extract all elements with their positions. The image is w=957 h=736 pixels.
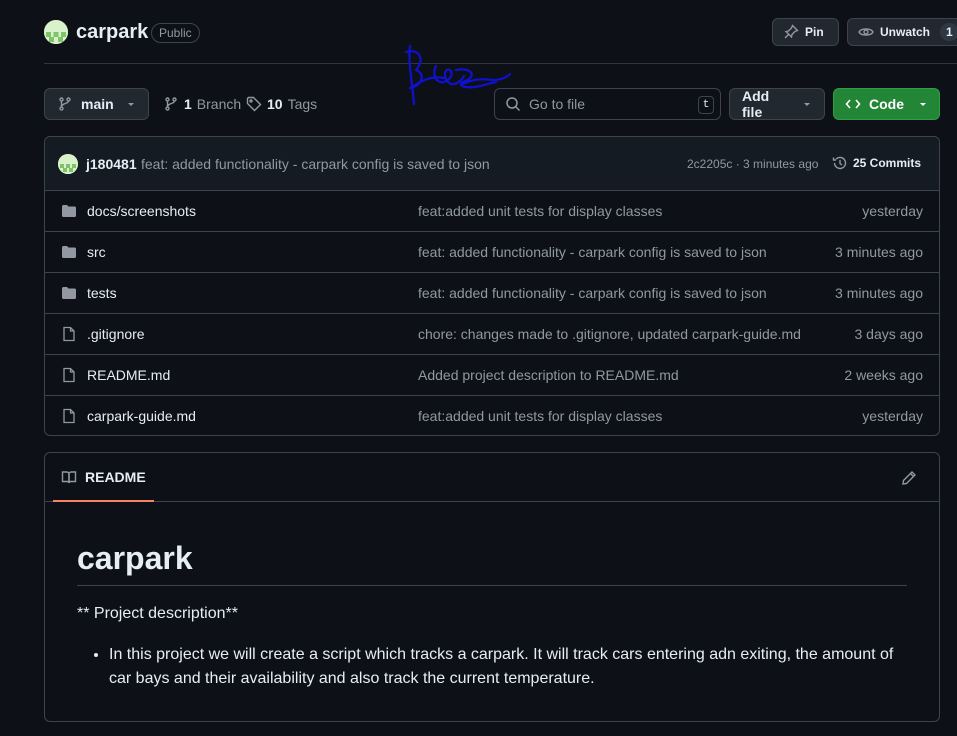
table-row[interactable]: README.md Added project description to RE… [45, 355, 939, 396]
readme-tab-label: README [85, 468, 146, 485]
repo-header: carpark Public Pin Unwatch 1 [44, 18, 957, 106]
file-table: j180481 feat: added functionality - carp… [44, 136, 940, 436]
visibility-badge: Public [151, 23, 200, 43]
folder-icon [61, 285, 77, 301]
commits-count-label: 25 Commits [853, 156, 922, 170]
unwatch-label: Unwatch [880, 25, 931, 39]
branch-name: main [81, 96, 114, 112]
search-input[interactable] [529, 96, 679, 112]
file-icon [61, 326, 77, 342]
readme-tabbar: README [45, 453, 939, 502]
commit-author-link[interactable]: j180481 [86, 156, 137, 172]
commit-message-link[interactable]: feat: added functionality - carpark conf… [141, 156, 490, 172]
readme-description: ** Project description** [77, 605, 238, 622]
file-name-link[interactable]: src [87, 244, 106, 260]
code-icon [845, 96, 861, 112]
file-date: 2 weeks ago [844, 367, 923, 383]
branches-link[interactable]: 1 Branch [163, 96, 241, 112]
add-file-button[interactable]: Add file [729, 88, 825, 120]
tag-word: Tags [287, 96, 318, 112]
code-label: Code [869, 96, 904, 112]
readme-bullet-list: In this project we will create a script … [109, 643, 899, 691]
pencil-icon[interactable] [901, 470, 917, 486]
file-date: yesterday [862, 408, 923, 424]
table-row[interactable]: tests feat: added functionality - carpark… [45, 273, 939, 314]
file-date: 3 days ago [854, 326, 924, 342]
file-name-link[interactable]: tests [87, 285, 117, 301]
pin-label: Pin [805, 25, 824, 39]
branch-selector[interactable]: main [44, 88, 149, 120]
file-name-link[interactable]: carpark-guide.md [87, 408, 196, 424]
readme-title: carpark [77, 539, 907, 586]
file-name-link[interactable]: .gitignore [87, 326, 145, 342]
file-date: 3 minutes ago [835, 285, 923, 301]
code-button[interactable]: Code [833, 88, 940, 120]
tags-link[interactable]: 10 Tags [246, 96, 317, 112]
file-rows: docs/screenshots feat:added unit tests fo… [45, 191, 939, 435]
table-row[interactable]: .gitignore chore: changes made to .gitign… [45, 314, 939, 355]
pin-icon [783, 24, 799, 40]
search-shortcut-key: t [698, 96, 714, 114]
file-commit-link[interactable]: chore: changes made to .gitignore, updat… [418, 326, 801, 342]
tag-count: 10 [267, 96, 283, 112]
readme-panel: README carpark ** Project description** … [44, 452, 940, 722]
file-name-link[interactable]: docs/screenshots [87, 203, 196, 219]
branch-count: 1 [184, 96, 192, 112]
go-to-file-search[interactable]: t [494, 88, 721, 120]
pin-button[interactable]: Pin [772, 18, 839, 46]
branch-icon [163, 96, 179, 112]
commit-sha-time[interactable]: 2c2205c · 3 minutes ago [687, 157, 818, 171]
file-commit-link[interactable]: Added project description to README.md [418, 367, 679, 383]
watch-count: 1 [940, 23, 957, 41]
tab-readme[interactable]: README [53, 453, 154, 502]
unwatch-button[interactable]: Unwatch 1 [847, 18, 957, 46]
add-file-label: Add file [742, 88, 770, 120]
file-commit-link[interactable]: feat: added functionality - carpark conf… [418, 285, 767, 301]
avatar[interactable] [58, 154, 78, 174]
file-commit-link[interactable]: feat:added unit tests for display classe… [418, 203, 662, 219]
file-commit-link[interactable]: feat: added functionality - carpark conf… [418, 244, 767, 260]
file-icon [61, 408, 77, 424]
file-commit-link[interactable]: feat:added unit tests for display classe… [418, 408, 662, 424]
folder-icon [61, 244, 77, 260]
file-date: yesterday [862, 203, 923, 219]
repo-name-link[interactable]: carpark [76, 21, 148, 44]
commits-history-link[interactable]: 25 Commits [832, 155, 921, 171]
table-row[interactable]: docs/screenshots feat:added unit tests fo… [45, 191, 939, 232]
history-icon [832, 155, 848, 171]
chevron-down-icon [126, 99, 136, 109]
table-row[interactable]: src feat: added functionality - carpark c… [45, 232, 939, 273]
search-icon [505, 96, 521, 112]
repo-avatar-icon [44, 20, 68, 44]
eye-icon [858, 24, 874, 40]
list-item: In this project we will create a script … [109, 643, 899, 691]
file-icon [61, 367, 77, 383]
branch-icon [57, 96, 73, 112]
tag-icon [246, 96, 262, 112]
latest-commit-bar: j180481 feat: added functionality - carp… [45, 137, 939, 191]
table-row[interactable]: carpark-guide.md feat:added unit tests fo… [45, 396, 939, 435]
chevron-down-icon [918, 99, 928, 109]
chevron-down-icon [802, 99, 812, 109]
file-date: 3 minutes ago [835, 244, 923, 260]
branch-word: Branch [196, 96, 242, 112]
book-icon [61, 469, 77, 485]
file-name-link[interactable]: README.md [87, 367, 170, 383]
folder-icon [61, 203, 77, 219]
